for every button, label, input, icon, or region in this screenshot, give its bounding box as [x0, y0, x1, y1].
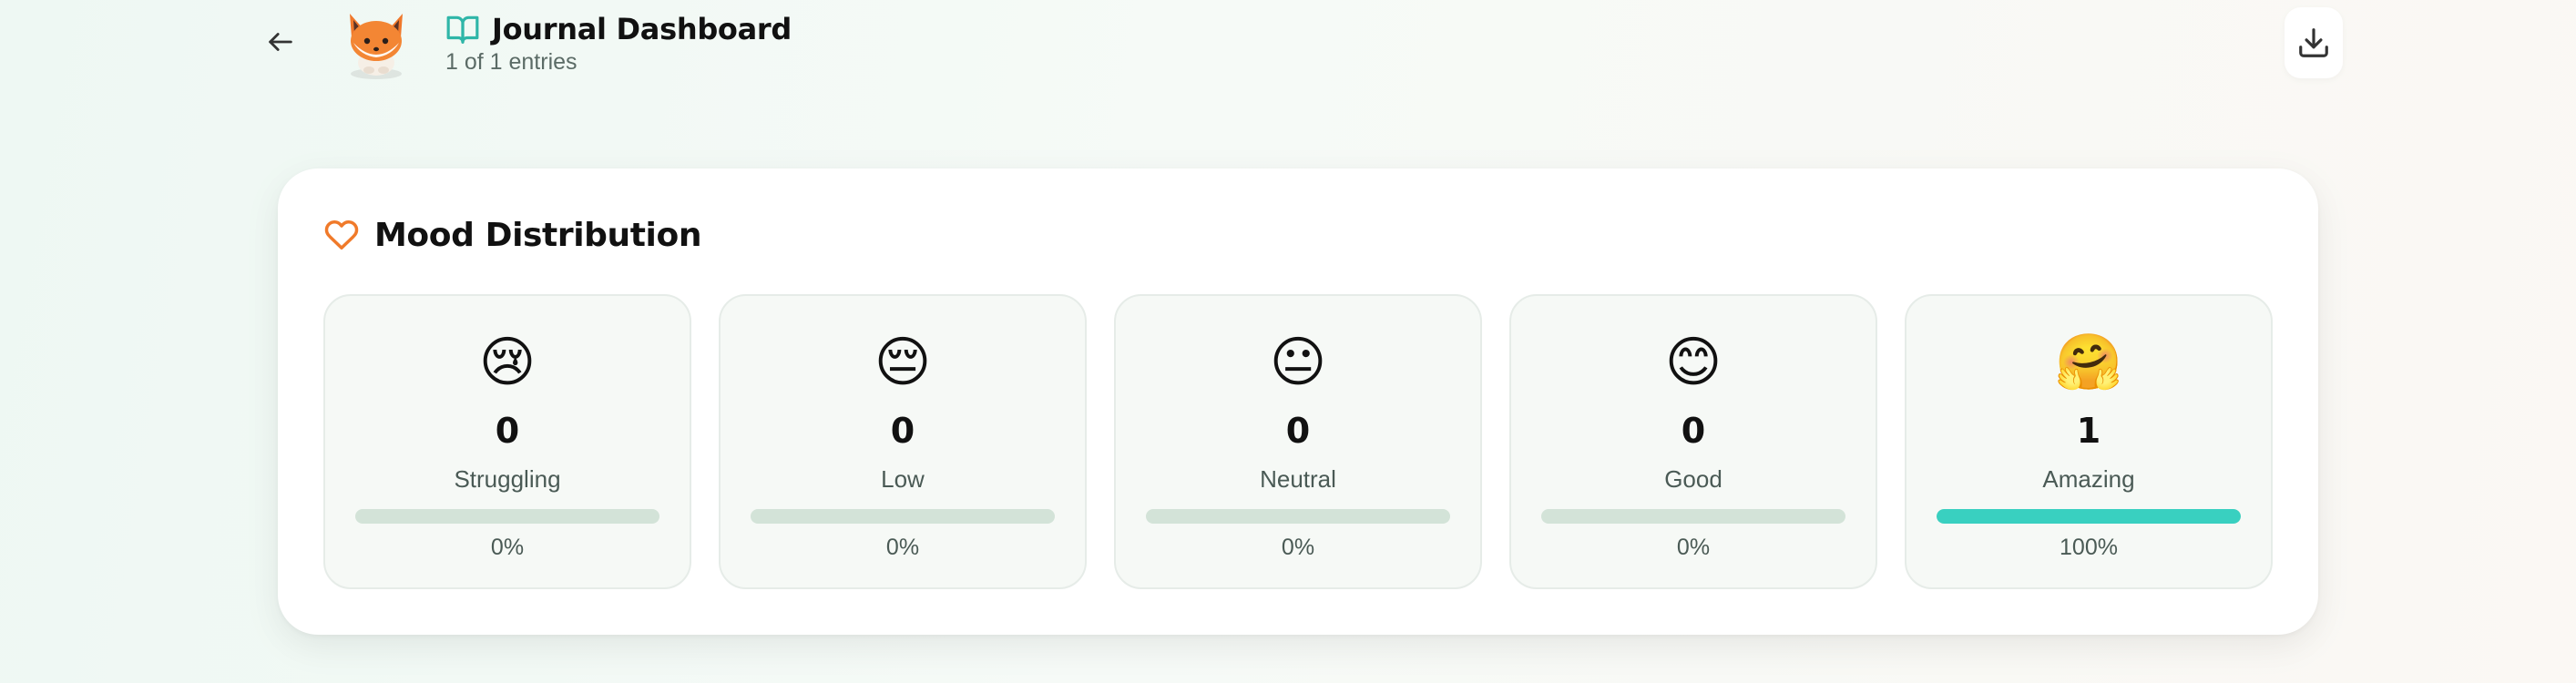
header: Journal Dashboard 1 of 1 entries: [0, 0, 2576, 100]
avatar: [337, 7, 415, 80]
page-title: Journal Dashboard: [492, 12, 792, 46]
mood-progress-bar: [751, 509, 1055, 524]
card-title: Mood Distribution: [374, 216, 702, 254]
arrow-left-icon: [269, 33, 292, 51]
mood-percent: 0%: [1676, 535, 1711, 560]
mood-percent: 0%: [1281, 535, 1315, 560]
mood-count: 1: [2076, 411, 2101, 451]
neutral-face-icon: 😐: [1269, 331, 1327, 392]
download-icon: [2299, 28, 2328, 57]
pensive-face-icon: 😔: [874, 331, 932, 392]
heart-icon: [323, 217, 360, 253]
mood-tiles: 😢 0 Struggling 0% 😔 0 Low 0% 😐 0 Neutral…: [323, 294, 2273, 589]
mood-label: Neutral: [1260, 465, 1336, 493]
card-header: Mood Distribution: [323, 212, 701, 258]
mood-tile-struggling[interactable]: 😢 0 Struggling 0%: [323, 294, 691, 589]
mood-tile-low[interactable]: 😔 0 Low 0%: [719, 294, 1087, 589]
mood-progress-bar: [1937, 509, 2241, 524]
mood-count: 0: [1285, 411, 1311, 451]
mood-progress-bar: [1541, 509, 1845, 524]
mood-progress-bar: [355, 509, 659, 524]
mood-percent: 0%: [490, 535, 525, 560]
mood-tile-amazing[interactable]: 🤗 1 Amazing 100%: [1905, 294, 2273, 589]
mood-distribution-card: Mood Distribution 😢 0 Struggling 0% 😔 0 …: [278, 168, 2318, 635]
mood-label: Low: [881, 465, 925, 493]
back-button[interactable]: [262, 24, 299, 60]
mood-percent: 100%: [2060, 535, 2118, 560]
hugging-face-icon: 🤗: [2054, 331, 2123, 392]
mood-progress-bar: [1146, 509, 1450, 524]
mood-count: 0: [890, 411, 915, 451]
mood-progress-fill: [1937, 509, 2241, 524]
mood-tile-neutral[interactable]: 😐 0 Neutral 0%: [1114, 294, 1482, 589]
fox-avatar-icon: [350, 14, 403, 79]
open-book-icon: [445, 11, 481, 47]
download-button[interactable]: [2285, 7, 2343, 78]
mood-count: 0: [495, 411, 520, 451]
entries-count: 1 of 1 entries: [445, 49, 578, 75]
mood-label: Struggling: [454, 465, 561, 493]
mood-percent: 0%: [885, 535, 920, 560]
mood-count: 0: [1681, 411, 1706, 451]
mood-label: Good: [1664, 465, 1722, 493]
mood-label: Amazing: [2042, 465, 2135, 493]
mood-tile-good[interactable]: 😊 0 Good 0%: [1509, 294, 1877, 589]
crying-face-icon: 😢: [478, 331, 537, 392]
smiling-face-icon: 😊: [1664, 331, 1722, 392]
title-row: Journal Dashboard: [445, 9, 792, 49]
